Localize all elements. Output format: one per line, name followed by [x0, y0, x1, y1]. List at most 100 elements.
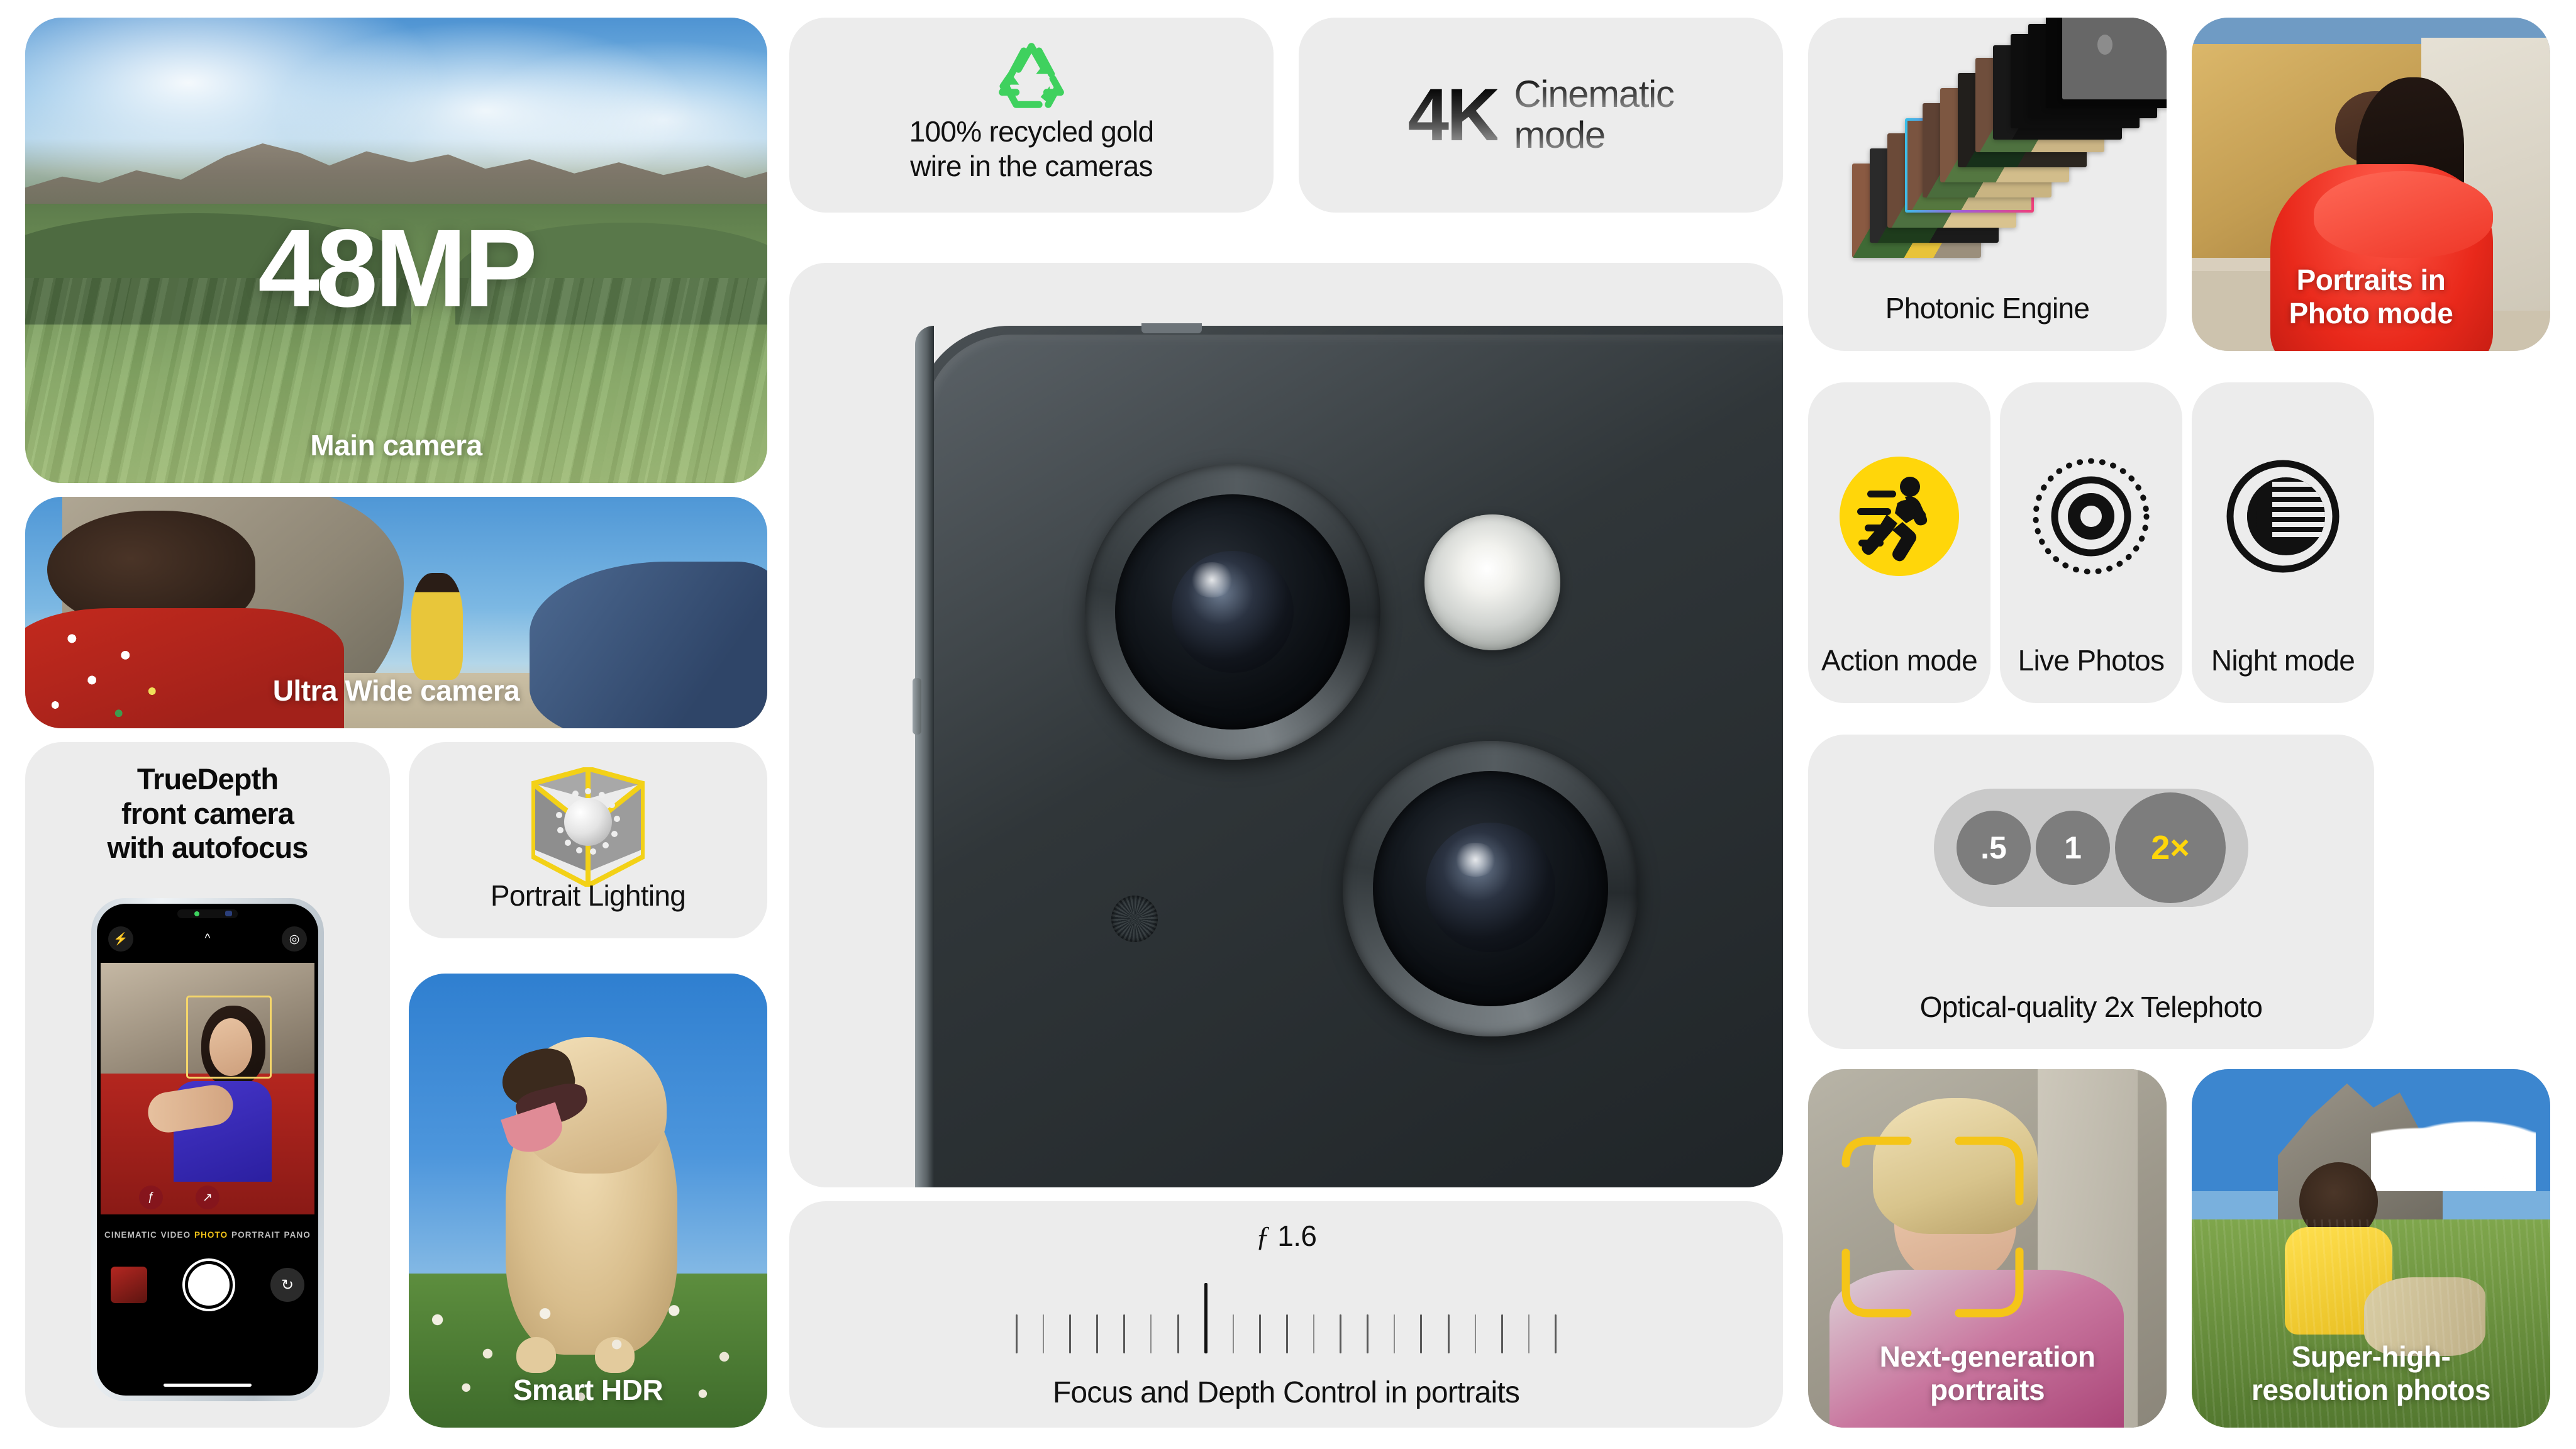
camera-mode-bar[interactable]: CINEMATIC VIDEO PHOTO PORTRAIT PANO: [97, 1222, 318, 1247]
stack-frame-final: [2062, 18, 2167, 99]
cinematic-text: Cinematic mode: [1514, 73, 1675, 156]
next-gen-portraits-caption: Next-generation portraits: [1808, 1340, 2167, 1406]
true-tone-flash: [1424, 514, 1560, 650]
live-photos-caption: Live Photos: [2018, 643, 2165, 677]
zoom-control[interactable]: .5 1 2×: [1934, 789, 2248, 907]
ruler-tick: [1016, 1314, 1018, 1353]
card-action-mode[interactable]: Action mode: [1808, 382, 1990, 703]
card-portraits-photo-mode[interactable]: Portraits in Photo mode: [2192, 18, 2550, 351]
cinematic-line1: Cinematic: [1514, 73, 1675, 116]
zoom-option-two-x[interactable]: 2×: [2115, 792, 2226, 903]
card-night-mode[interactable]: Night mode: [2192, 382, 2374, 703]
last-photo-thumbnail[interactable]: [111, 1267, 147, 1303]
expand-arrows-icon[interactable]: ↗: [196, 1185, 219, 1209]
ruler-tick: [1420, 1314, 1423, 1353]
camera-mode-photo[interactable]: PHOTO: [194, 1230, 228, 1240]
green-indicator-dot: [194, 911, 199, 916]
card-cinematic-mode[interactable]: 4K Cinematic mode: [1299, 18, 1783, 213]
card-smart-hdr[interactable]: Smart HDR: [409, 974, 767, 1428]
ppm-caption-line2: Photo mode: [2289, 296, 2453, 330]
card-photonic-engine[interactable]: Photonic Engine: [1808, 18, 2167, 351]
ppm-caption-line1: Portraits in: [2296, 264, 2446, 297]
dancer-figure: [411, 573, 464, 680]
shutter-button[interactable]: [185, 1261, 233, 1309]
camera-mode-portrait[interactable]: PORTRAIT: [231, 1230, 280, 1240]
iphone-mockup: ⚡ ^ ◎ ƒ ↗ CINEMATIC VIDEO PHOTO PORTRAIT…: [91, 898, 324, 1401]
smart-hdr-caption: Smart HDR: [513, 1373, 663, 1406]
ultra-wide-caption: Ultra Wide camera: [272, 674, 520, 707]
photonic-engine-caption: Photonic Engine: [1885, 291, 2090, 325]
iphone-screen: ⚡ ^ ◎ ƒ ↗ CINEMATIC VIDEO PHOTO PORTRAIT…: [97, 904, 318, 1396]
recycled-gold-line1: 100% recycled gold: [909, 114, 1155, 148]
photo-stack-icon: [1808, 18, 2167, 263]
camera-mode-video[interactable]: VIDEO: [161, 1230, 191, 1240]
card-optical-telephoto[interactable]: .5 1 2× Optical-quality 2x Telephoto: [1808, 735, 2374, 1049]
camera-shutter-bar: ↻: [97, 1253, 318, 1316]
f-aperture-icon[interactable]: ƒ: [139, 1185, 164, 1209]
super-high-res-caption: Super-high- resolution photos: [2192, 1340, 2550, 1406]
flip-camera-icon[interactable]: ↻: [270, 1268, 304, 1302]
card-main-camera[interactable]: 48MP Main camera: [25, 18, 767, 483]
focus-depth-caption: Focus and Depth Control in portraits: [1052, 1376, 1520, 1409]
card-portrait-lighting[interactable]: Portrait Lighting: [409, 742, 767, 938]
ultrawide-camera-lens: [1343, 741, 1638, 1036]
aperture-slider[interactable]: [1016, 1283, 1557, 1353]
aperture-readout: ƒ 1.6: [789, 1219, 1783, 1253]
antenna-band: [1141, 323, 1202, 333]
ngp-caption-line2: portraits: [1929, 1373, 2045, 1406]
ruler-tick: [1232, 1314, 1234, 1353]
aperture-value: 1.6: [1277, 1219, 1317, 1252]
camera-mode-pano[interactable]: PANO: [284, 1230, 311, 1240]
ruler-tick: [1447, 1314, 1450, 1353]
card-truedepth-front-camera[interactable]: TrueDepth front camera with autofocus ⚡ …: [25, 742, 390, 1428]
chevron-up-icon[interactable]: ^: [195, 926, 220, 952]
camera-topbar: ⚡ ^ ◎: [97, 926, 318, 957]
home-indicator: [164, 1384, 252, 1387]
running-person-icon: [1840, 457, 1959, 576]
cinematic-row: 4K Cinematic mode: [1299, 74, 1783, 156]
recycled-gold-line2: wire in the cameras: [910, 149, 1153, 182]
shr-clouds: [2371, 1119, 2536, 1191]
phone-side-rail: [915, 326, 934, 1187]
zoom-option-one[interactable]: 1: [2036, 811, 2110, 885]
truedepth-title-line2: front camera: [121, 796, 294, 830]
night-mode-caption: Night mode: [2211, 643, 2355, 677]
ruler-tick: [1285, 1314, 1288, 1353]
ruler-tick: [1096, 1314, 1099, 1353]
card-camera-module-hero[interactable]: [789, 263, 1783, 1187]
card-ultra-wide-camera[interactable]: Ultra Wide camera: [25, 497, 767, 728]
card-super-high-resolution[interactable]: Super-high- resolution photos: [2192, 1069, 2550, 1428]
feature-board: 48MP Main camera Ultra Wide camera TrueD…: [0, 0, 2576, 1449]
ruler-tick: [1554, 1314, 1557, 1353]
dress-ruffle: [2313, 170, 2493, 258]
card-next-generation-portraits[interactable]: Next-generation portraits: [1808, 1069, 2167, 1428]
truedepth-title-line3: with autofocus: [107, 831, 309, 865]
recycling-arrows-icon: [999, 43, 1064, 108]
ngp-caption-line1: Next-generation: [1879, 1340, 2096, 1374]
flash-icon[interactable]: ⚡: [108, 926, 133, 952]
truedepth-title-line1: TrueDepth: [136, 762, 279, 796]
camera-mode-cinematic[interactable]: CINEMATIC: [104, 1230, 157, 1240]
ruler-tick: [1258, 1314, 1261, 1353]
phone-bevel: [924, 335, 1783, 1187]
telephoto-caption: Optical-quality 2x Telephoto: [1919, 991, 2263, 1023]
lighting-cube-icon: [531, 767, 645, 887]
ruler-tick-center: [1204, 1283, 1208, 1353]
portrait-lighting-caption: Portrait Lighting: [490, 879, 686, 912]
portraits-photo-mode-caption: Portraits in Photo mode: [2192, 264, 2550, 330]
ruler-tick: [1367, 1314, 1369, 1353]
shr-caption-line1: Super-high-: [2291, 1340, 2451, 1374]
card-recycled-gold[interactable]: 100% recycled gold wire in the cameras: [789, 18, 1274, 213]
volume-button: [913, 678, 921, 735]
card-focus-depth-control[interactable]: ƒ 1.6 Focus and Depth Control in portrai…: [789, 1201, 1783, 1428]
ruler-tick: [1150, 1314, 1152, 1353]
live-photo-icon[interactable]: ◎: [282, 926, 307, 952]
zoom-option-half[interactable]: .5: [1957, 811, 2031, 885]
ruler-tick: [1123, 1314, 1126, 1353]
shr-caption-line2: resolution photos: [2251, 1373, 2490, 1406]
light-dots: [556, 788, 620, 855]
ruler-tick: [1501, 1314, 1503, 1353]
card-live-photos[interactable]: Live Photos: [2000, 382, 2182, 703]
cinematic-line2: mode: [1514, 114, 1674, 156]
ruler-tick: [1043, 1314, 1045, 1353]
